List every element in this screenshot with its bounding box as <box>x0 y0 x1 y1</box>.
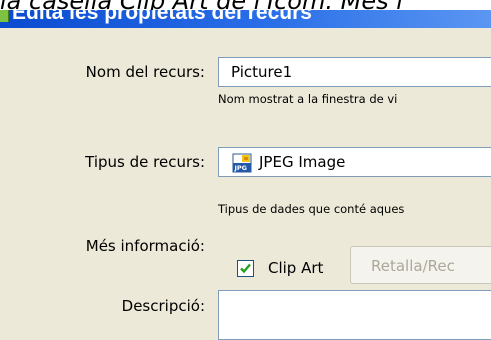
resource-type-label: Tipus de recurs: <box>85 153 205 171</box>
resource-type-value: JPEG Image <box>259 153 346 171</box>
resource-name-input[interactable]: Picture1 <box>218 57 491 87</box>
caption-strip: la casella Clip Art de l'Icom. Mes i <box>0 0 491 10</box>
crop-button[interactable]: Retalla/Rec <box>350 246 491 284</box>
clip-art-checkbox[interactable] <box>237 260 254 277</box>
resource-name-value: Picture1 <box>231 63 293 81</box>
clip-art-label[interactable]: Clip Art <box>268 258 323 278</box>
description-label: Descripció: <box>121 297 205 315</box>
resource-name-label: Nom del recurs: <box>85 63 205 81</box>
description-input[interactable] <box>218 290 491 340</box>
svg-text:JPG: JPG <box>234 164 248 172</box>
resource-type-hint: Tipus de dades que conté aques <box>218 202 405 216</box>
more-info-label: Més informació: <box>85 237 205 255</box>
checkmark-icon <box>240 263 251 274</box>
caption-text: la casella Clip Art de l'Icom. Mes i <box>0 0 403 10</box>
resource-type-field[interactable]: JPG JPEG Image <box>218 147 491 177</box>
jpeg-file-icon: JPG <box>232 153 252 173</box>
crop-button-label: Retalla/Rec <box>371 257 455 275</box>
resource-name-hint: Nom mostrat a la finestra de vi <box>218 92 398 106</box>
